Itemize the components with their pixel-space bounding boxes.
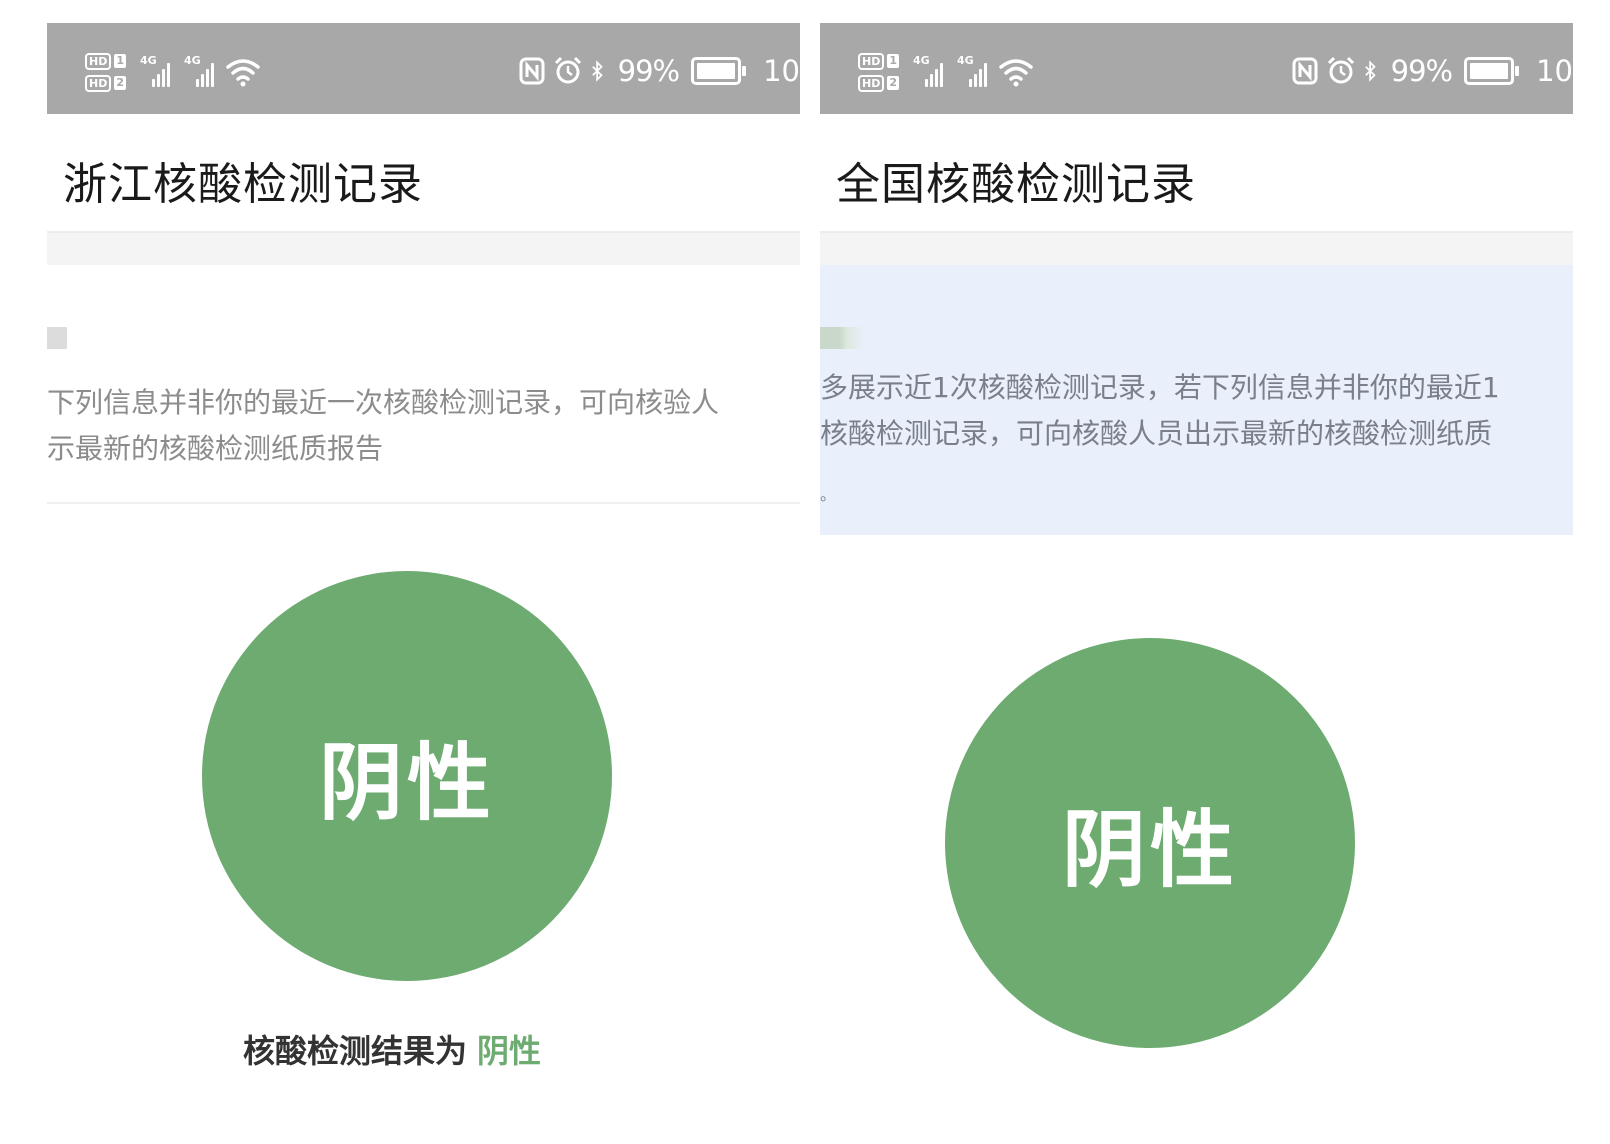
result-prefix: 核酸检测结果为 [243,1032,468,1070]
nfc-icon [1292,57,1318,85]
clock: 10 [763,54,800,88]
section-separator [820,233,1573,265]
result-circle: 阴性 [202,571,612,981]
zhejiang-record-screen: HD 1 HD 2 4G 4G 99% 10 浙江核酸检测记录 下列信息并非你的… [47,23,800,1144]
status-bar: HD 1 HD 2 4G 4G 99% 10 [820,23,1573,114]
bluetooth-icon [1364,60,1376,82]
result-value: 阴性 [477,1032,542,1070]
hd-badge: HD [858,52,885,70]
page-title: 全国核酸检测记录 [836,159,1196,210]
notice-end: 。 [820,485,837,504]
alarm-icon [1327,56,1354,84]
hd-badge: HD [85,74,112,92]
wifi-icon [226,59,260,87]
signal-icon: 4G [140,55,170,87]
sim-indicators: HD 1 HD 2 [858,52,899,92]
signal-icon: 4G [957,55,987,87]
section-separator [47,233,800,265]
sim-indicators: HD 1 HD 2 [85,52,126,92]
nfc-icon [519,57,545,85]
notice-text: 多展示近1次核酸检测记录，若下列信息并非你的最近1 核酸检测记录，可向核酸人员出… [820,371,1500,450]
sim-number: 2 [114,76,126,90]
battery-percent: 99% [617,54,680,88]
clock: 10 [1536,54,1573,88]
sim-number: 1 [114,54,126,68]
hd-badge: HD [85,52,112,70]
page-title: 浙江核酸检测记录 [63,159,423,210]
signal-icon: 4G [184,55,214,87]
notice-box: 多展示近1次核酸检测记录，若下列信息并非你的最近1 核酸检测记录，可向核酸人员出… [820,265,1573,535]
national-record-screen: HD 1 HD 2 4G 4G 99% 10 全国核酸检测记录 多展示近1次核酸… [820,23,1573,1144]
result-circle-label: 阴性 [318,733,495,832]
result-circle-label: 阴性 [1061,800,1238,899]
wifi-icon [999,59,1033,87]
sim-number: 2 [887,76,899,90]
notice-icon [47,327,67,349]
battery-icon [691,57,747,85]
notice-box: 下列信息并非你的最近一次核酸检测记录，可向核验人 示最新的核酸检测纸质报告 [47,265,800,504]
bluetooth-icon [591,60,603,82]
result-summary: 核酸检测结果为 阴性 [243,1026,541,1072]
battery-percent: 99% [1390,54,1453,88]
status-bar: HD 1 HD 2 4G 4G 99% 10 [47,23,800,114]
sim-number: 1 [887,54,899,68]
notice-icon [820,327,864,349]
signal-icon: 4G [913,55,943,87]
hd-badge: HD [858,74,885,92]
alarm-icon [554,56,581,84]
notice-text: 下列信息并非你的最近一次核酸检测记录，可向核验人 示最新的核酸检测纸质报告 [47,386,720,465]
result-circle: 阴性 [945,638,1355,1048]
battery-icon [1464,57,1520,85]
